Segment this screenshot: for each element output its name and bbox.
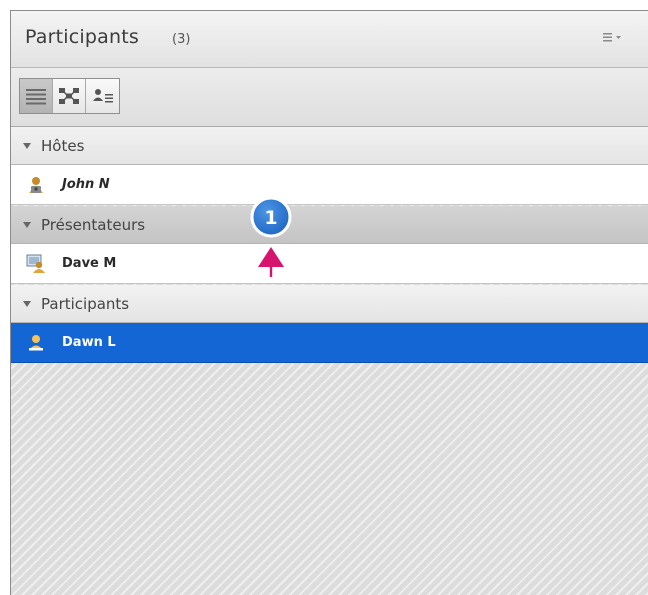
- user-row-john[interactable]: John N: [11, 165, 648, 205]
- collapse-caret-icon[interactable]: [23, 142, 31, 149]
- participants-pod: Participants (3) Hôtes John N Présentate…: [10, 10, 648, 595]
- group-header-participants[interactable]: Participants: [11, 285, 648, 323]
- menu-list-icon[interactable]: [602, 29, 624, 45]
- pod-title: Participants: [25, 26, 140, 48]
- attendee-details-button[interactable]: [86, 79, 119, 113]
- group-header-hosts[interactable]: Hôtes: [11, 127, 648, 165]
- user-name: Dawn L: [62, 335, 116, 350]
- breakout-view-icon: [59, 88, 79, 104]
- attendee-details-icon: [92, 89, 113, 103]
- list-view-button[interactable]: [20, 79, 53, 113]
- group-header-presenters[interactable]: Présentateurs: [11, 206, 648, 244]
- list-view-icon: [26, 89, 46, 105]
- user-row-dawn[interactable]: Dawn L: [11, 323, 648, 363]
- participant-count: (3): [172, 32, 191, 47]
- presenter-user-icon: [26, 254, 46, 274]
- pod-title-bar: Participants (3): [11, 11, 648, 68]
- host-user-icon: [26, 175, 46, 195]
- group-label: Présentateurs: [41, 215, 146, 234]
- view-toggle-group: [19, 78, 120, 114]
- group-label: Participants: [41, 294, 130, 313]
- user-name: Dave M: [62, 256, 117, 271]
- group-label: Hôtes: [41, 136, 85, 155]
- user-row-dave[interactable]: Dave M: [11, 244, 648, 284]
- collapse-caret-icon[interactable]: [23, 300, 31, 307]
- participant-user-icon: [26, 333, 46, 353]
- collapse-caret-icon[interactable]: [23, 221, 31, 228]
- pod-toolbar: [11, 68, 648, 127]
- user-name: John N: [62, 177, 110, 192]
- breakout-view-button[interactable]: [53, 79, 86, 113]
